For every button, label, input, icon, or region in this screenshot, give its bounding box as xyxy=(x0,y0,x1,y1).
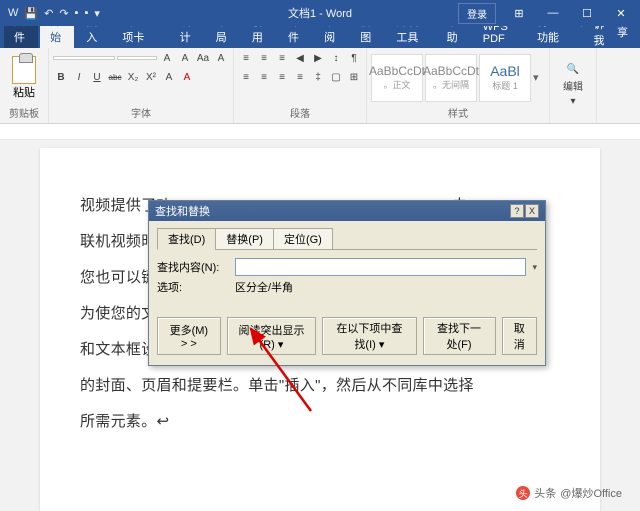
find-next-button[interactable]: 查找下一处(F) xyxy=(423,317,496,355)
align-left-button[interactable]: ≡ xyxy=(238,69,254,85)
bullets-button[interactable]: ≡ xyxy=(238,50,254,66)
redo-icon[interactable]: ↷ xyxy=(59,7,68,20)
dialog-tab-goto[interactable]: 定位(G) xyxy=(273,228,333,250)
group-label: 字体 xyxy=(53,105,229,121)
find-label: 查找内容(N): xyxy=(157,259,229,275)
styles-gallery-more[interactable]: ▾ xyxy=(533,71,545,84)
subscript-button[interactable]: X₂ xyxy=(125,69,141,85)
login-button[interactable]: 登录 xyxy=(458,3,496,24)
shrink-font[interactable]: A xyxy=(177,50,193,66)
dialog-tab-replace[interactable]: 替换(P) xyxy=(215,228,274,250)
clipboard-icon xyxy=(12,56,36,84)
word-icon: W xyxy=(8,7,18,19)
style-h1[interactable]: AaBl标题 1 xyxy=(479,54,531,102)
group-label: 样式 xyxy=(371,105,545,121)
dialog-help-button[interactable]: ? xyxy=(510,204,524,218)
group-clipboard: 粘贴 剪贴板 xyxy=(0,48,49,123)
ribbon-tabs: 文件 开始 插入 新建选项卡 设计 布局 引用 邮件 审阅 视图 开发工具 帮助… xyxy=(0,26,640,48)
horizontal-ruler[interactable] xyxy=(0,124,640,140)
minimize-button[interactable]: — xyxy=(538,0,568,26)
group-editing: 🔍编辑▾ xyxy=(550,48,597,123)
font-name-select[interactable] xyxy=(53,56,115,60)
find-input[interactable] xyxy=(235,258,526,276)
change-case[interactable]: Aa xyxy=(195,50,211,66)
group-styles: AaBbCcDt。正文 AaBbCcDt。无间隔 AaBl标题 1 ▾ 样式 xyxy=(367,48,550,123)
find-in-button[interactable]: 在以下项中查找(I) ▾ xyxy=(322,317,416,355)
more-button[interactable]: 更多(M) > > xyxy=(157,317,221,355)
italic-button[interactable]: I xyxy=(71,69,87,85)
align-right-button[interactable]: ≡ xyxy=(274,69,290,85)
document-title: 文档1 - Word xyxy=(288,5,352,21)
dialog-title-bar[interactable]: 查找和替换 ? X xyxy=(149,201,545,221)
multilevel-button[interactable]: ≡ xyxy=(274,50,290,66)
dialog-close-button[interactable]: X xyxy=(525,204,539,218)
qat-icon[interactable]: ▪ xyxy=(84,7,88,19)
ribbon: 粘贴 剪贴板 A A Aa A B I U abc X₂ X² A A xyxy=(0,48,640,124)
show-marks-button[interactable]: ¶ xyxy=(346,50,362,66)
dialog-title: 查找和替换 xyxy=(155,203,210,219)
qat-dropdown-icon[interactable]: ▾ xyxy=(94,7,100,20)
font-color-button[interactable]: A xyxy=(179,69,195,85)
linespace-button[interactable]: ‡ xyxy=(310,69,326,85)
cancel-button[interactable]: 取消 xyxy=(502,317,538,355)
dialog-tab-find[interactable]: 查找(D) xyxy=(157,228,216,250)
save-icon[interactable]: 💾 xyxy=(24,7,38,20)
indent-inc-button[interactable]: ▶ xyxy=(310,50,326,66)
editing-dropdown[interactable]: 🔍编辑▾ xyxy=(554,50,592,120)
quick-access-toolbar[interactable]: W 💾 ↶ ↷ ▪ ▪ ▾ xyxy=(0,7,100,20)
clear-format[interactable]: A xyxy=(213,50,229,66)
options-value: 区分全/半角 xyxy=(235,279,293,295)
font-size-select[interactable] xyxy=(117,56,157,60)
close-button[interactable]: ✕ xyxy=(606,0,636,26)
justify-button[interactable]: ≡ xyxy=(292,69,308,85)
qat-icon[interactable]: ▪ xyxy=(75,7,79,19)
numbering-button[interactable]: ≡ xyxy=(256,50,272,66)
reading-highlight-button[interactable]: 阅读突出显示(R) ▾ xyxy=(227,317,317,355)
underline-button[interactable]: U xyxy=(89,69,105,85)
group-font: A A Aa A B I U abc X₂ X² A A 字体 xyxy=(49,48,234,123)
group-paragraph: ≡ ≡ ≡ ◀ ▶ ↕ ¶ ≡ ≡ ≡ ≡ ‡ ▢ ⊞ 段落 xyxy=(234,48,367,123)
style-normal[interactable]: AaBbCcDt。正文 xyxy=(371,54,423,102)
group-label: 剪贴板 xyxy=(4,105,44,121)
grow-font[interactable]: A xyxy=(159,50,175,66)
highlight-button[interactable]: A xyxy=(161,69,177,85)
watermark: 头 头条 @爆炒Office xyxy=(516,485,622,501)
paste-button[interactable]: 粘贴 xyxy=(4,56,44,100)
sort-button[interactable]: ↕ xyxy=(328,50,344,66)
superscript-button[interactable]: X² xyxy=(143,69,159,85)
watermark-icon: 头 xyxy=(516,486,530,500)
indent-dec-button[interactable]: ◀ xyxy=(292,50,308,66)
shading-button[interactable]: ▢ xyxy=(328,69,344,85)
document-area: 视频提供了功击 联机视频时，站。 您也可以键入频。↩ 为使您的文档面 和文本框设… xyxy=(0,140,640,511)
bold-button[interactable]: B xyxy=(53,69,69,85)
strike-button[interactable]: abc xyxy=(107,69,123,85)
style-nospace[interactable]: AaBbCcDt。无间隔 xyxy=(425,54,477,102)
borders-button[interactable]: ⊞ xyxy=(346,69,362,85)
group-label: 段落 xyxy=(238,105,362,121)
options-label: 选项: xyxy=(157,279,229,295)
undo-icon[interactable]: ↶ xyxy=(44,7,53,20)
title-bar: W 💾 ↶ ↷ ▪ ▪ ▾ 文档1 - Word 登录 ⊞ — ☐ ✕ xyxy=(0,0,640,26)
ribbon-options-icon[interactable]: ⊞ xyxy=(504,0,534,26)
find-replace-dialog: 查找和替换 ? X 查找(D) 替换(P) 定位(G) 查找内容(N): ▾ 选… xyxy=(148,200,546,366)
dropdown-icon[interactable]: ▾ xyxy=(532,262,537,273)
align-center-button[interactable]: ≡ xyxy=(256,69,272,85)
maximize-button[interactable]: ☐ xyxy=(572,0,602,26)
